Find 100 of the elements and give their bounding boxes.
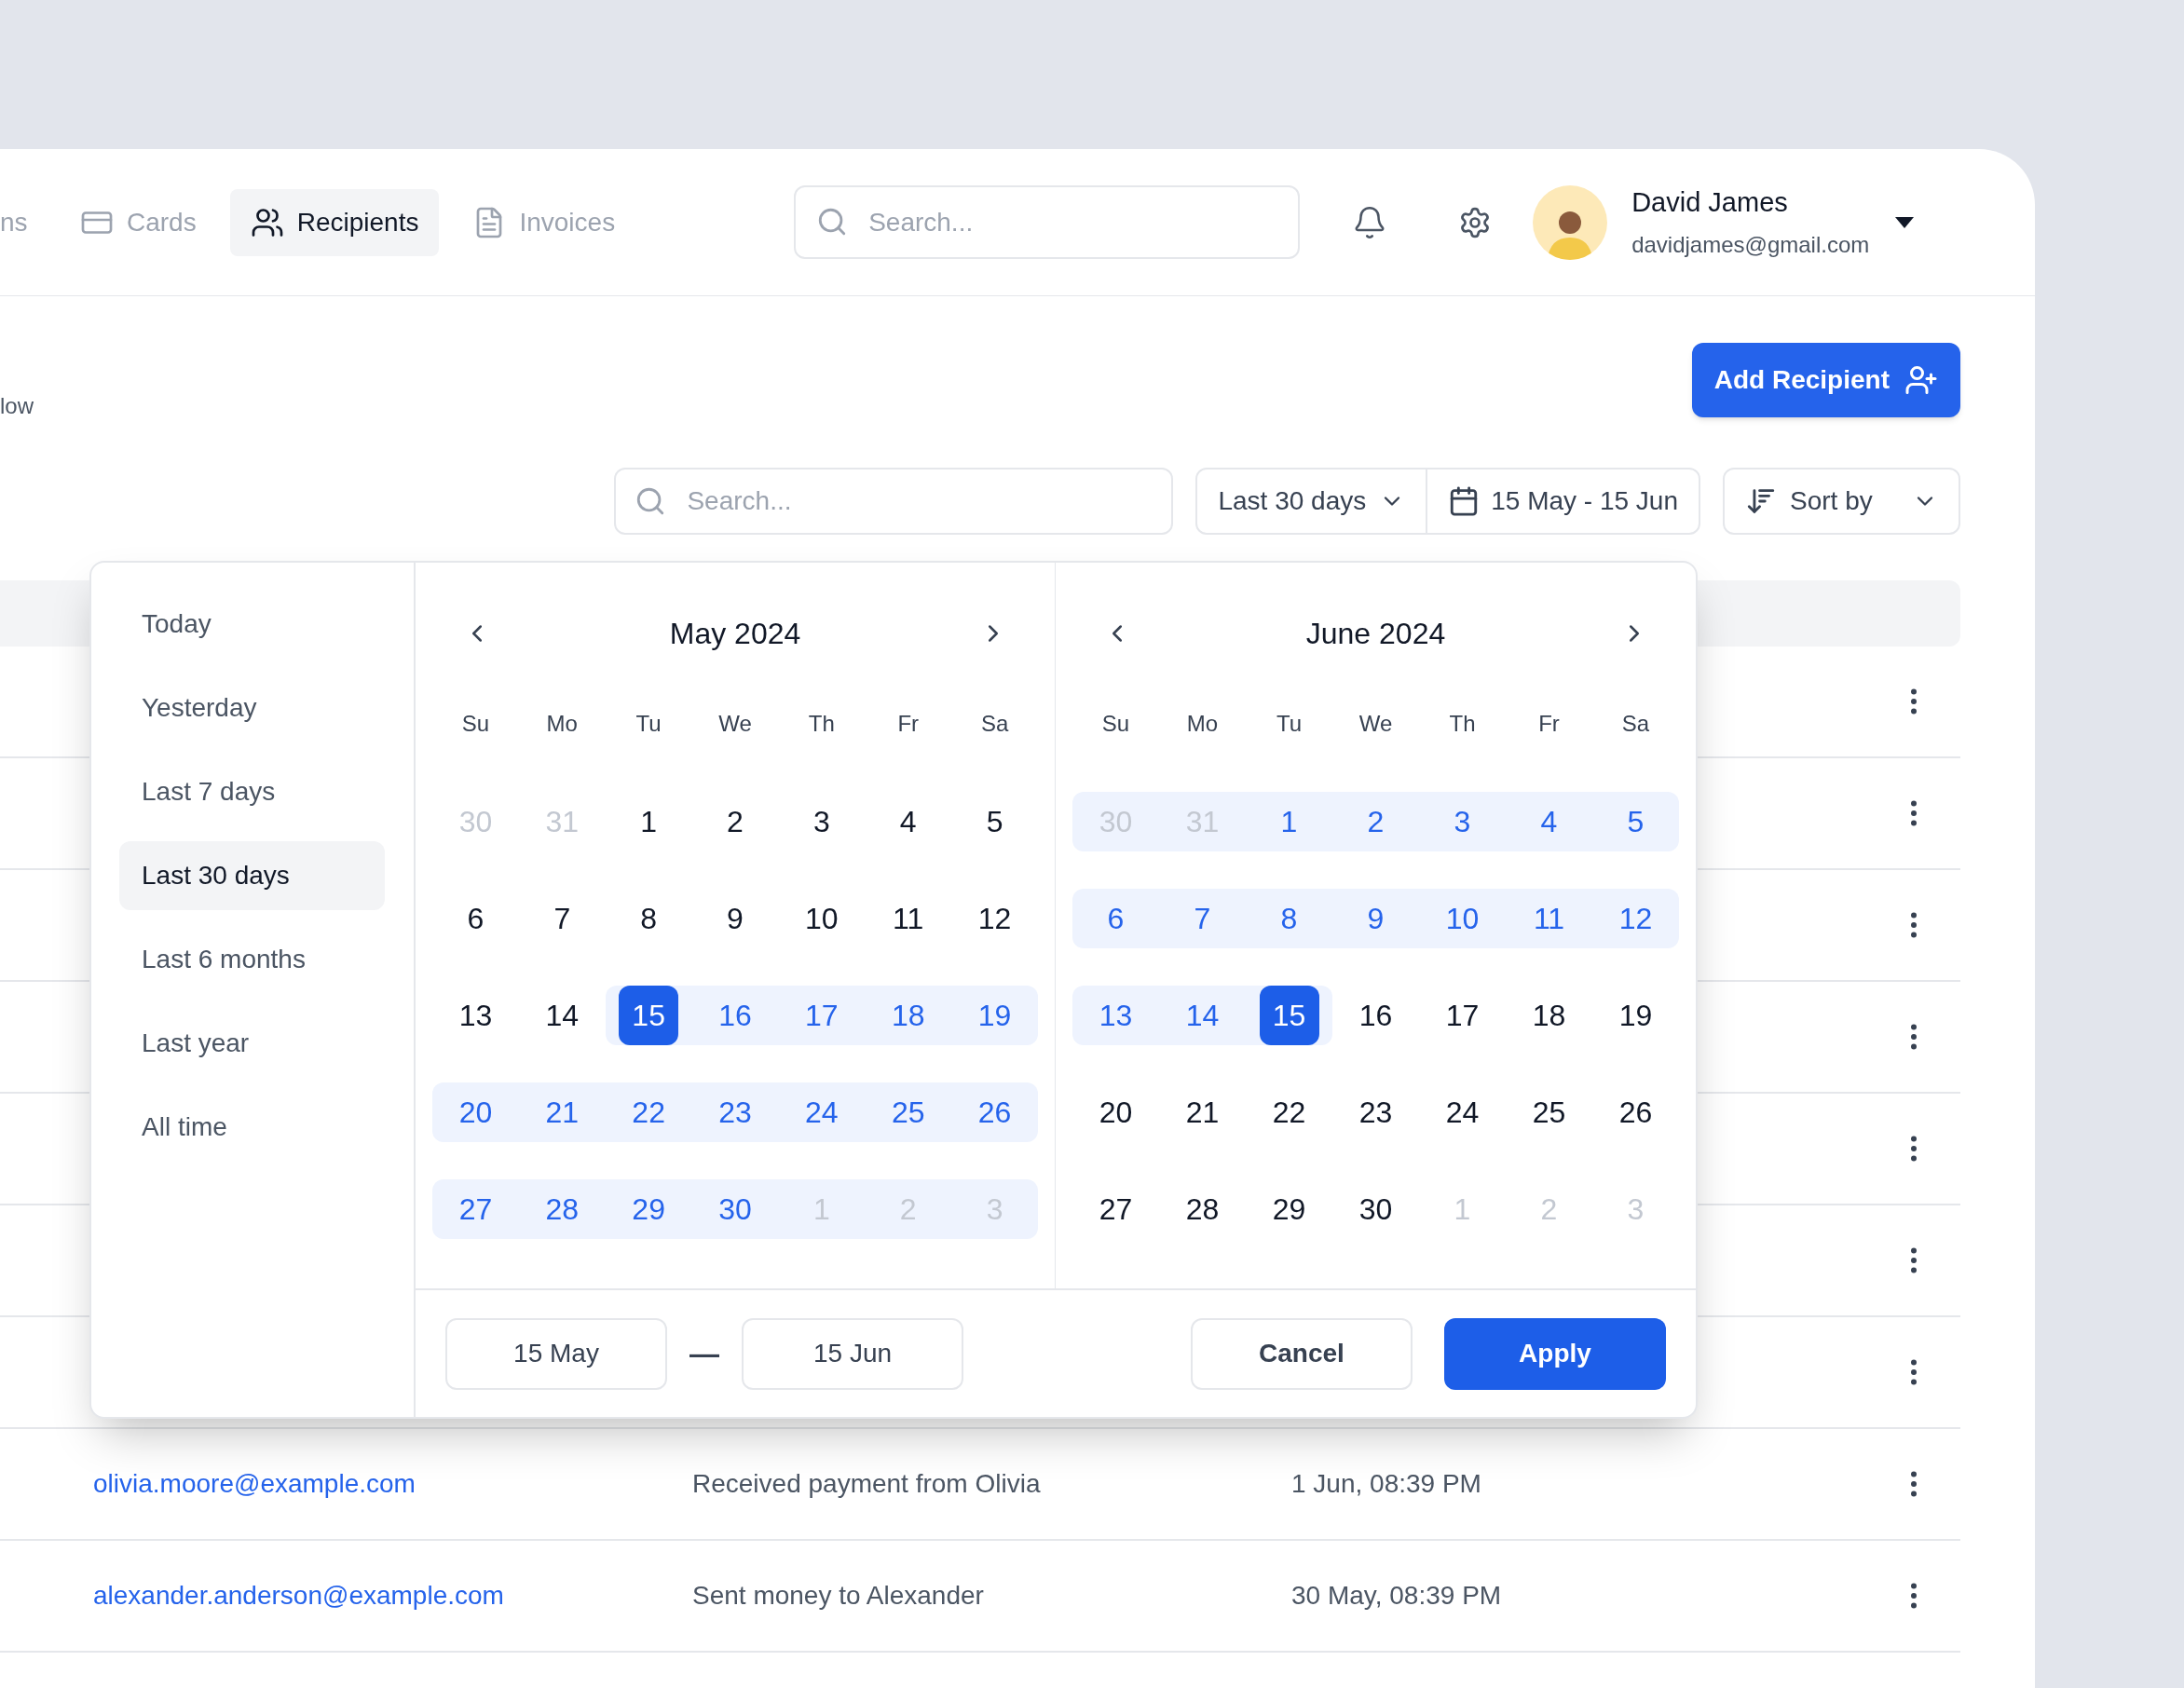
day-number: 4 — [1540, 804, 1558, 840]
day-cell[interactable]: 15 — [1246, 986, 1332, 1045]
cancel-button[interactable]: Cancel — [1191, 1317, 1413, 1390]
day-number: 13 — [1099, 998, 1133, 1034]
day-cell[interactable]: 22 — [605, 1082, 692, 1142]
weekday-label: Th — [1448, 710, 1477, 738]
day-cell[interactable]: 27 — [1072, 1179, 1159, 1239]
day-cell[interactable]: 10 — [778, 889, 866, 948]
day-cell[interactable]: 29 — [605, 1179, 692, 1239]
day-cell[interactable]: 16 — [1332, 986, 1419, 1045]
day-cell[interactable]: 18 — [1506, 986, 1592, 1045]
table-cell-text: 1 Jun, 08:39 PM — [1291, 1468, 1481, 1500]
date-range-button[interactable]: 15 May - 15 Jun — [1427, 470, 1699, 533]
selected-day[interactable]: 15 — [1259, 986, 1319, 1045]
day-cell[interactable]: 30 — [1332, 1179, 1419, 1239]
day-cell[interactable]: 21 — [1159, 1082, 1246, 1142]
day-cell[interactable]: 5 — [951, 792, 1038, 851]
day-cell[interactable]: 21 — [518, 1082, 606, 1142]
day-cell[interactable]: 14 — [518, 986, 606, 1045]
nav-tab[interactable]: Recipients — [229, 188, 440, 256]
day-cell[interactable]: 20 — [432, 1082, 519, 1142]
day-number: 21 — [1185, 1095, 1220, 1131]
caret-down-icon[interactable] — [1895, 216, 1915, 228]
day-cell[interactable]: 26 — [951, 1082, 1038, 1142]
day-cell[interactable]: 9 — [691, 889, 779, 948]
day-cell[interactable]: 25 — [1506, 1082, 1592, 1142]
apply-button[interactable]: Apply — [1444, 1317, 1666, 1390]
day-cell[interactable]: 6 — [1072, 889, 1159, 948]
day-cell[interactable]: 20 — [1072, 1082, 1159, 1142]
day-cell[interactable]: 11 — [865, 889, 952, 948]
day-number: 14 — [545, 998, 580, 1034]
day-cell[interactable]: 28 — [518, 1179, 606, 1239]
add-recipient-button[interactable]: Add Recipient — [1691, 343, 1960, 417]
day-cell[interactable]: 23 — [1332, 1082, 1419, 1142]
selected-day[interactable]: 15 — [619, 986, 679, 1045]
day-cell[interactable]: 28 — [1159, 1179, 1246, 1239]
day-cell[interactable]: 1 — [605, 792, 692, 851]
day-number: 11 — [1533, 901, 1565, 937]
day-cell[interactable]: 13 — [432, 986, 519, 1045]
day-number: 7 — [553, 901, 571, 937]
day-cell[interactable]: 2 — [691, 792, 779, 851]
day-cell[interactable]: 18 — [865, 986, 952, 1045]
day-cell[interactable]: 11 — [1506, 889, 1592, 948]
day-cell[interactable]: 19 — [1592, 986, 1679, 1045]
day-cell[interactable]: 3 — [778, 792, 866, 851]
day-number: 5 — [986, 804, 1003, 840]
start-date-field[interactable]: 15 May — [445, 1317, 667, 1390]
preset-option[interactable]: Last 6 months — [119, 925, 385, 994]
day-cell[interactable]: 19 — [951, 986, 1038, 1045]
preset-option[interactable]: Last 7 days — [119, 757, 385, 826]
weekday-label: We — [1358, 710, 1394, 738]
day-cell[interactable]: 14 — [1159, 986, 1246, 1045]
preset-option[interactable]: Last 30 days — [119, 841, 385, 910]
day-cell[interactable]: 8 — [605, 889, 692, 948]
search-field[interactable]: Search... — [794, 185, 1301, 259]
day-cell[interactable]: 7 — [518, 889, 606, 948]
day-number: 2 — [1540, 1191, 1558, 1228]
day-number: 11 — [893, 901, 924, 937]
preset-option[interactable]: Last year — [119, 1009, 385, 1078]
day-cell[interactable]: 10 — [1419, 889, 1506, 948]
preset-option[interactable]: All time — [119, 1093, 385, 1162]
day-cell[interactable]: 7 — [1159, 889, 1246, 948]
sort-dropdown[interactable]: Sort by — [1723, 468, 1960, 535]
day-cell[interactable]: 24 — [1419, 1082, 1506, 1142]
preset-option[interactable]: Today — [119, 590, 385, 659]
day-cell[interactable]: 6 — [432, 889, 519, 948]
search-field[interactable]: Search... — [614, 468, 1174, 535]
day-cell[interactable]: 25 — [865, 1082, 952, 1142]
day-number: 9 — [727, 901, 744, 937]
day-cell[interactable]: 22 — [1246, 1082, 1332, 1142]
day-cell[interactable]: 2 — [1332, 792, 1419, 851]
day-cell[interactable]: 30 — [691, 1179, 779, 1239]
day-cell[interactable]: 15 — [605, 986, 692, 1045]
day-cell[interactable]: 3 — [1419, 792, 1506, 851]
day-cell[interactable]: 29 — [1246, 1179, 1332, 1239]
day-cell[interactable]: 9 — [1332, 889, 1419, 948]
day-cell[interactable]: 17 — [778, 986, 866, 1045]
month-title: June 2024 — [1305, 616, 1446, 652]
day-cell[interactable]: 24 — [778, 1082, 866, 1142]
day-cell[interactable]: 12 — [951, 889, 1038, 948]
day-cell[interactable]: 27 — [432, 1179, 519, 1239]
day-cell[interactable]: 5 — [1592, 792, 1679, 851]
day-cell[interactable]: 17 — [1419, 986, 1506, 1045]
day-cell[interactable]: 8 — [1246, 889, 1332, 948]
day-number: 26 — [977, 1095, 1012, 1131]
day-cell[interactable]: 23 — [691, 1082, 779, 1142]
range-dropdown[interactable]: Last 30 days — [1197, 470, 1428, 533]
day-cell[interactable]: 12 — [1592, 889, 1679, 948]
day-cell[interactable]: 4 — [865, 792, 952, 851]
day-cell[interactable]: 4 — [1506, 792, 1592, 851]
day-number: 8 — [1280, 901, 1298, 937]
preset-option[interactable]: Yesterday — [119, 674, 385, 742]
day-cell[interactable]: 16 — [691, 986, 779, 1045]
email-link[interactable]: alexander.anderson@example.com — [93, 1576, 692, 1615]
day-number: 3 — [812, 804, 830, 840]
email-link[interactable]: olivia.moore@example.com — [93, 1464, 692, 1504]
day-cell[interactable]: 13 — [1072, 986, 1159, 1045]
day-cell[interactable]: 1 — [1246, 792, 1332, 851]
end-date-field[interactable]: 15 Jun — [742, 1317, 963, 1390]
day-cell[interactable]: 26 — [1592, 1082, 1679, 1142]
